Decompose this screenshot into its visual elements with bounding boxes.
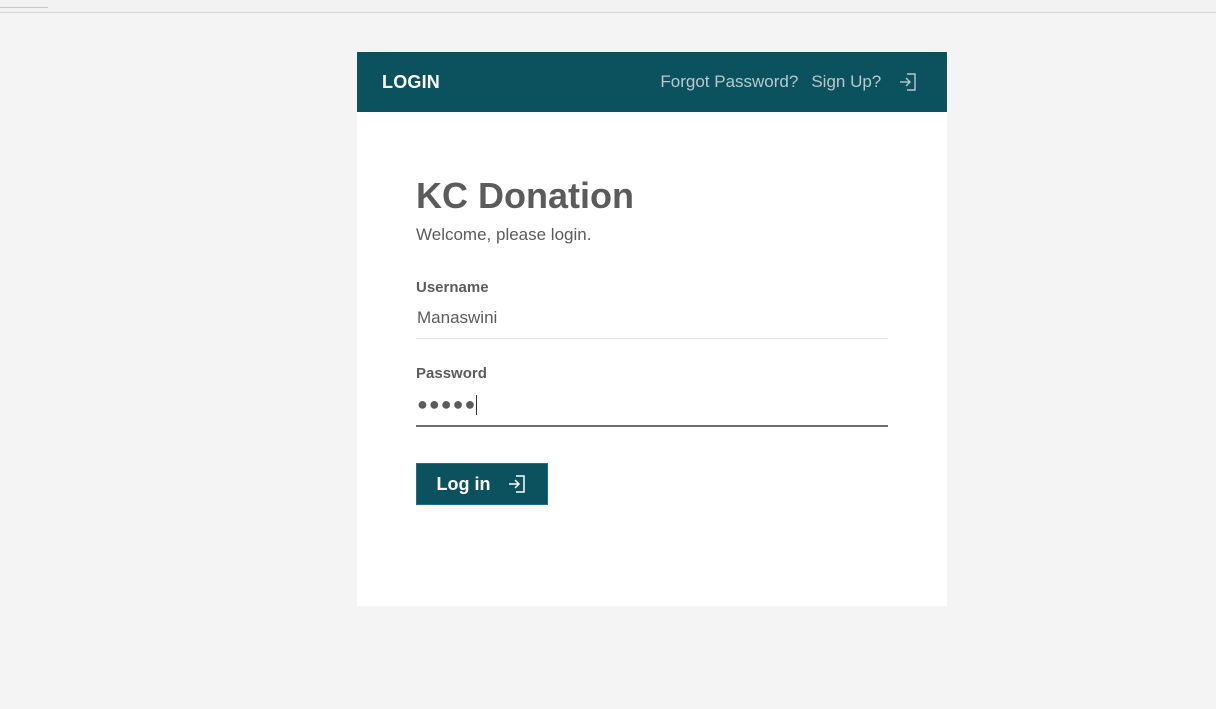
password-label: Password	[416, 365, 487, 382]
login-card: LOGIN Forgot Password? Sign Up? KC Donat…	[357, 52, 947, 606]
password-field-group: Password ●●●●●	[416, 365, 888, 428]
card-header: LOGIN Forgot Password? Sign Up?	[357, 52, 947, 112]
card-body: KC Donation Welcome, please login. Usern…	[357, 112, 947, 506]
password-input[interactable]: ●●●●●	[416, 394, 888, 428]
header-title: LOGIN	[382, 71, 440, 92]
forgot-password-link[interactable]: Forgot Password?	[660, 72, 798, 92]
username-label: Username	[416, 279, 489, 296]
browser-tab-edge	[0, 0, 48, 8]
header-links: Forgot Password? Sign Up?	[660, 72, 918, 93]
username-field-group: Username Manaswini	[416, 279, 888, 339]
login-arrow-icon	[900, 73, 916, 91]
sign-up-link[interactable]: Sign Up?	[811, 72, 918, 93]
welcome-text: Welcome, please login.	[416, 225, 592, 244]
browser-top-strip	[0, 0, 1216, 13]
login-arrow-icon	[509, 475, 526, 493]
text-caret	[476, 395, 478, 416]
username-value: Manaswini	[417, 308, 498, 327]
username-input[interactable]: Manaswini	[416, 308, 888, 339]
login-button-label: Log in	[436, 473, 491, 494]
page-title: KC Donation	[416, 175, 634, 216]
login-button[interactable]: Log in	[416, 463, 548, 506]
sign-up-label: Sign Up?	[811, 71, 882, 91]
password-value: ●●●●●	[417, 394, 477, 414]
